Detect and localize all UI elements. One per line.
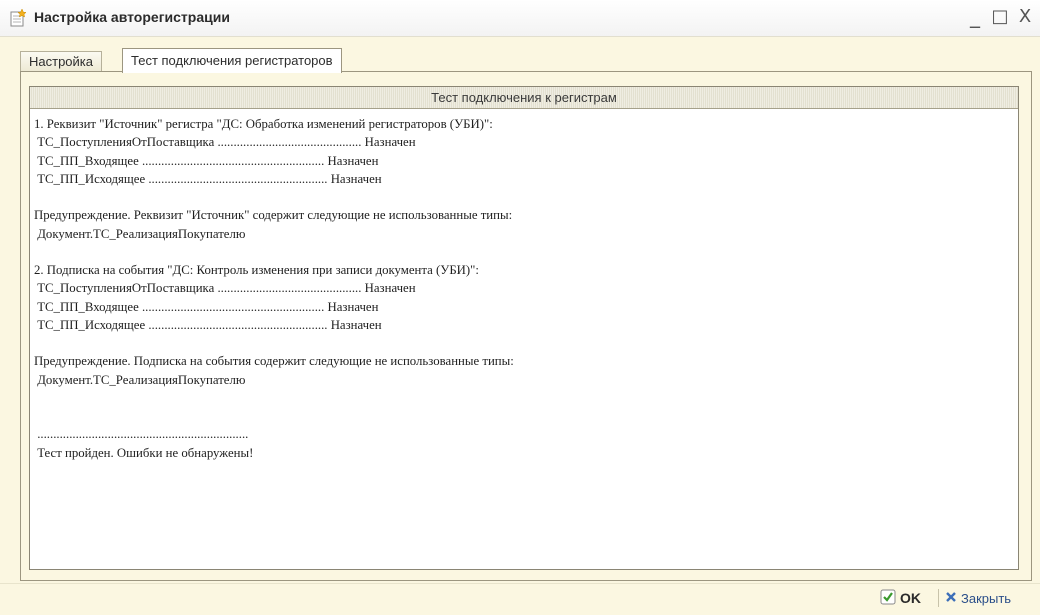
footer-divider [0,583,1040,584]
test-results-box: Тест подключения к регистрам 1. Реквизит… [29,86,1019,570]
result-line: ТС_ПП_Исходящее ........................… [34,317,382,332]
tab-settings[interactable]: Настройка [20,51,102,72]
result-line: Документ.ТС_РеализацияПокупателю [34,372,246,387]
title-bar: Настройка авторегистрации _ □ X [0,0,1040,37]
result-line: Тест пройден. Ошибки не обнаружены! [34,445,254,460]
result-line: Предупреждение. Подписка на события соде… [34,354,514,369]
window-title: Настройка авторегистрации [34,9,230,25]
button-divider [938,589,939,607]
tab-panel: Тест подключения к регистрам 1. Реквизит… [20,71,1032,581]
result-line [34,407,1018,425]
result-line: ТС_ПоступленияОтПоставщика .............… [34,281,416,296]
result-line: Документ.ТС_РеализацияПокупателю [34,226,246,241]
window: Настройка авторегистрации _ □ X Настройк… [0,0,1040,615]
ok-label: OK [900,590,921,606]
results-header: Тест подключения к регистрам [30,87,1018,109]
close-label: Закрыть [961,590,1012,606]
document-star-icon [10,8,27,27]
result-line [34,188,1018,206]
result-line: Предупреждение. Реквизит "Источник" соде… [34,208,513,223]
result-line [34,389,1018,407]
result-line: ТС_ПП_Исходящее ........................… [34,171,382,186]
result-line: 2. Подписка на события "ДС: Контроль изм… [34,263,479,277]
result-line: 1. Реквизит "Источник" регистра "ДС: Обр… [34,117,493,131]
result-line: ТС_ПП_Входящее .........................… [34,299,379,314]
result-line: ТС_ПП_Входящее .........................… [34,153,379,168]
ok-button[interactable]: OK [880,586,921,610]
minimize-button[interactable]: _ [965,6,985,28]
tab-registrar-test[interactable]: Тест подключения регистраторов [122,48,342,73]
results-text[interactable]: 1. Реквизит "Источник" регистра "ДС: Обр… [30,115,1018,565]
maximize-button[interactable]: □ [990,6,1010,28]
result-line [34,243,1018,261]
close-x-icon [945,591,957,606]
result-line: ТС_ПоступленияОтПоставщика .............… [34,135,416,150]
close-button[interactable]: Закрыть [945,586,1011,610]
close-window-button[interactable]: X [1015,6,1035,28]
checkmark-icon [880,589,896,608]
result-line: ........................................… [34,427,249,442]
result-line [34,334,1018,352]
